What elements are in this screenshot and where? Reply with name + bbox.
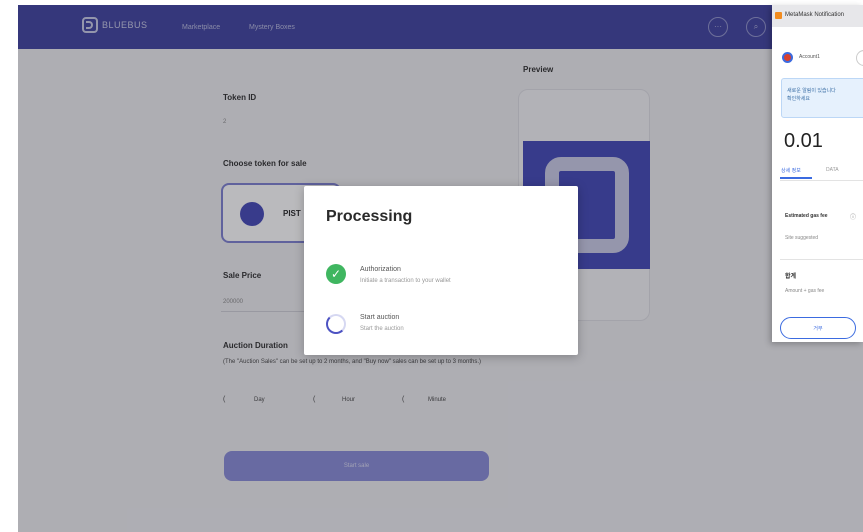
metamask-header: MetaMask Notification	[772, 5, 863, 27]
account-name[interactable]: Account1	[799, 54, 820, 60]
reject-button[interactable]: 거부	[780, 317, 856, 339]
step-start-auction-title: Start auction	[360, 314, 400, 321]
active-tab-indicator	[780, 177, 812, 179]
step-start-auction-subtitle: Start the auction	[360, 326, 404, 332]
metamask-popup: MetaMask Notification Account1 새로운 알림이 있…	[772, 5, 863, 342]
tab-details[interactable]: 상세 정보	[781, 167, 801, 174]
step-authorization-title: Authorization	[360, 266, 401, 273]
modal-title: Processing	[326, 208, 413, 225]
transaction-amount: 0.01	[784, 130, 823, 152]
fee-divider	[780, 259, 863, 260]
notice-text: 새로운 알림이 있습니다 확인하세요	[787, 88, 836, 102]
marketplace-app: BLUEBUS Marketplace Mystery Boxes ··· ⌕ …	[18, 5, 863, 532]
tab-data[interactable]: DATA	[826, 167, 839, 173]
tab-divider	[780, 180, 863, 181]
account-avatar	[782, 52, 793, 63]
metamask-fox-icon	[775, 12, 782, 19]
spinner-icon	[326, 314, 346, 334]
check-icon: ✓	[326, 264, 346, 284]
total-note: Amount + gas fee	[785, 288, 825, 294]
step-authorization-subtitle: Initiate a transaction to your wallet	[360, 278, 451, 284]
metamask-notice: 새로운 알림이 있습니다 확인하세요	[781, 78, 863, 118]
gas-fee-note: Site suggested	[785, 235, 819, 241]
info-icon[interactable]: ⓘ	[850, 212, 856, 221]
gas-fee-label: Estimated gas fee	[785, 213, 828, 219]
total-label: 합계	[785, 274, 797, 280]
metamask-header-title: MetaMask Notification	[785, 12, 845, 18]
network-badge	[856, 50, 863, 66]
processing-modal: Processing ✓ Authorization Initiate a tr…	[304, 186, 578, 355]
